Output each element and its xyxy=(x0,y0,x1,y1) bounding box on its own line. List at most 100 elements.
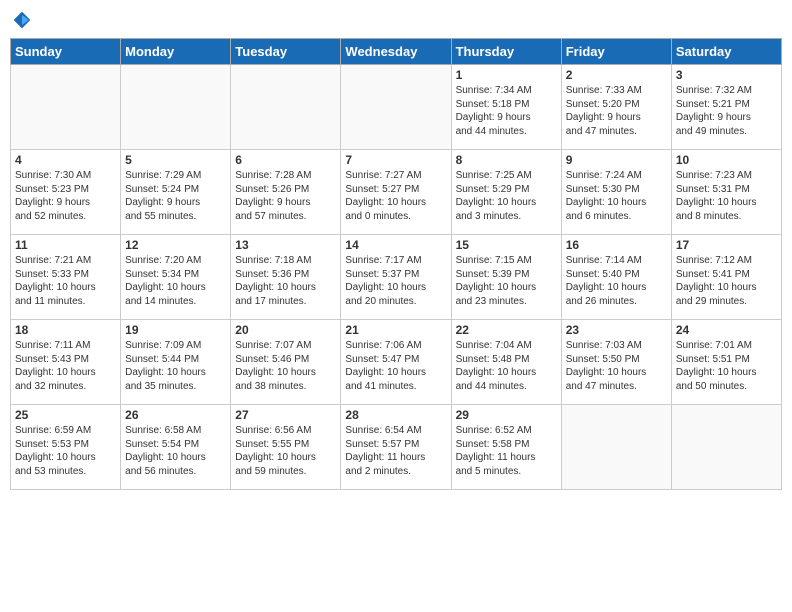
logo xyxy=(10,10,32,30)
day-number: 9 xyxy=(566,153,667,167)
calendar-day-cell: 4 Sunrise: 7:30 AM Sunset: 5:23 PM Daylig… xyxy=(11,150,121,235)
calendar-day-cell: 25 Sunrise: 6:59 AM Sunset: 5:53 PM Dayli… xyxy=(11,405,121,490)
day-number: 11 xyxy=(15,238,116,252)
day-number: 29 xyxy=(456,408,557,422)
day-info: Sunrise: 7:09 AM Sunset: 5:44 PM Dayligh… xyxy=(125,339,226,393)
calendar-table: SundayMondayTuesdayWednesdayThursdayFrid… xyxy=(10,38,782,490)
day-info: Sunrise: 7:29 AM Sunset: 5:24 PM Dayligh… xyxy=(125,169,226,223)
calendar-day-cell: 21 Sunrise: 7:06 AM Sunset: 5:47 PM Dayli… xyxy=(341,320,451,405)
day-info: Sunrise: 7:33 AM Sunset: 5:20 PM Dayligh… xyxy=(566,84,667,138)
day-number: 19 xyxy=(125,323,226,337)
page-header xyxy=(10,10,782,30)
day-number: 3 xyxy=(676,68,777,82)
calendar-day-cell xyxy=(231,65,341,150)
calendar-day-cell xyxy=(121,65,231,150)
calendar-day-cell: 9 Sunrise: 7:24 AM Sunset: 5:30 PM Daylig… xyxy=(561,150,671,235)
day-info: Sunrise: 7:11 AM Sunset: 5:43 PM Dayligh… xyxy=(15,339,116,393)
day-info: Sunrise: 7:27 AM Sunset: 5:27 PM Dayligh… xyxy=(345,169,446,223)
calendar-day-cell: 29 Sunrise: 6:52 AM Sunset: 5:58 PM Dayli… xyxy=(451,405,561,490)
day-info: Sunrise: 7:30 AM Sunset: 5:23 PM Dayligh… xyxy=(15,169,116,223)
weekday-header-wednesday: Wednesday xyxy=(341,39,451,65)
day-info: Sunrise: 7:25 AM Sunset: 5:29 PM Dayligh… xyxy=(456,169,557,223)
day-info: Sunrise: 7:21 AM Sunset: 5:33 PM Dayligh… xyxy=(15,254,116,308)
day-number: 23 xyxy=(566,323,667,337)
day-info: Sunrise: 7:07 AM Sunset: 5:46 PM Dayligh… xyxy=(235,339,336,393)
calendar-day-cell: 19 Sunrise: 7:09 AM Sunset: 5:44 PM Dayli… xyxy=(121,320,231,405)
day-number: 6 xyxy=(235,153,336,167)
day-info: Sunrise: 7:34 AM Sunset: 5:18 PM Dayligh… xyxy=(456,84,557,138)
day-number: 14 xyxy=(345,238,446,252)
calendar-day-cell: 17 Sunrise: 7:12 AM Sunset: 5:41 PM Dayli… xyxy=(671,235,781,320)
calendar-day-cell: 3Sunrise: 7:32 AM Sunset: 5:21 PM Daylig… xyxy=(671,65,781,150)
day-number: 7 xyxy=(345,153,446,167)
day-number: 12 xyxy=(125,238,226,252)
weekday-header-friday: Friday xyxy=(561,39,671,65)
calendar-week-row: 1Sunrise: 7:34 AM Sunset: 5:18 PM Daylig… xyxy=(11,65,782,150)
calendar-day-cell: 22 Sunrise: 7:04 AM Sunset: 5:48 PM Dayli… xyxy=(451,320,561,405)
calendar-day-cell: 16 Sunrise: 7:14 AM Sunset: 5:40 PM Dayli… xyxy=(561,235,671,320)
calendar-day-cell: 1Sunrise: 7:34 AM Sunset: 5:18 PM Daylig… xyxy=(451,65,561,150)
day-number: 13 xyxy=(235,238,336,252)
day-number: 21 xyxy=(345,323,446,337)
day-number: 28 xyxy=(345,408,446,422)
day-info: Sunrise: 7:12 AM Sunset: 5:41 PM Dayligh… xyxy=(676,254,777,308)
day-info: Sunrise: 7:04 AM Sunset: 5:48 PM Dayligh… xyxy=(456,339,557,393)
calendar-week-row: 11 Sunrise: 7:21 AM Sunset: 5:33 PM Dayli… xyxy=(11,235,782,320)
weekday-header-tuesday: Tuesday xyxy=(231,39,341,65)
day-info: Sunrise: 6:56 AM Sunset: 5:55 PM Dayligh… xyxy=(235,424,336,478)
day-number: 17 xyxy=(676,238,777,252)
day-number: 5 xyxy=(125,153,226,167)
calendar-day-cell: 10 Sunrise: 7:23 AM Sunset: 5:31 PM Dayli… xyxy=(671,150,781,235)
day-number: 8 xyxy=(456,153,557,167)
calendar-day-cell xyxy=(561,405,671,490)
calendar-day-cell xyxy=(11,65,121,150)
day-info: Sunrise: 7:18 AM Sunset: 5:36 PM Dayligh… xyxy=(235,254,336,308)
day-number: 10 xyxy=(676,153,777,167)
calendar-day-cell xyxy=(671,405,781,490)
day-number: 15 xyxy=(456,238,557,252)
day-info: Sunrise: 7:06 AM Sunset: 5:47 PM Dayligh… xyxy=(345,339,446,393)
day-info: Sunrise: 6:59 AM Sunset: 5:53 PM Dayligh… xyxy=(15,424,116,478)
calendar-day-cell: 8 Sunrise: 7:25 AM Sunset: 5:29 PM Daylig… xyxy=(451,150,561,235)
logo-icon xyxy=(12,10,32,30)
day-info: Sunrise: 7:24 AM Sunset: 5:30 PM Dayligh… xyxy=(566,169,667,223)
day-number: 4 xyxy=(15,153,116,167)
calendar-day-cell: 27 Sunrise: 6:56 AM Sunset: 5:55 PM Dayli… xyxy=(231,405,341,490)
calendar-week-row: 4 Sunrise: 7:30 AM Sunset: 5:23 PM Daylig… xyxy=(11,150,782,235)
calendar-day-cell: 7 Sunrise: 7:27 AM Sunset: 5:27 PM Daylig… xyxy=(341,150,451,235)
day-info: Sunrise: 7:03 AM Sunset: 5:50 PM Dayligh… xyxy=(566,339,667,393)
weekday-header-row: SundayMondayTuesdayWednesdayThursdayFrid… xyxy=(11,39,782,65)
weekday-header-thursday: Thursday xyxy=(451,39,561,65)
calendar-day-cell: 15Sunrise: 7:15 AM Sunset: 5:39 PM Dayli… xyxy=(451,235,561,320)
calendar-day-cell: 14 Sunrise: 7:17 AM Sunset: 5:37 PM Dayli… xyxy=(341,235,451,320)
calendar-day-cell xyxy=(341,65,451,150)
calendar-day-cell: 23 Sunrise: 7:03 AM Sunset: 5:50 PM Dayli… xyxy=(561,320,671,405)
weekday-header-saturday: Saturday xyxy=(671,39,781,65)
day-info: Sunrise: 7:20 AM Sunset: 5:34 PM Dayligh… xyxy=(125,254,226,308)
day-info: Sunrise: 6:54 AM Sunset: 5:57 PM Dayligh… xyxy=(345,424,446,478)
day-info: Sunrise: 6:58 AM Sunset: 5:54 PM Dayligh… xyxy=(125,424,226,478)
day-number: 2 xyxy=(566,68,667,82)
calendar-day-cell: 5 Sunrise: 7:29 AM Sunset: 5:24 PM Daylig… xyxy=(121,150,231,235)
day-number: 16 xyxy=(566,238,667,252)
day-info: Sunrise: 7:17 AM Sunset: 5:37 PM Dayligh… xyxy=(345,254,446,308)
day-number: 27 xyxy=(235,408,336,422)
calendar-day-cell: 18 Sunrise: 7:11 AM Sunset: 5:43 PM Dayli… xyxy=(11,320,121,405)
day-number: 20 xyxy=(235,323,336,337)
calendar-day-cell: 13 Sunrise: 7:18 AM Sunset: 5:36 PM Dayli… xyxy=(231,235,341,320)
calendar-day-cell: 6Sunrise: 7:28 AM Sunset: 5:26 PM Daylig… xyxy=(231,150,341,235)
day-info: Sunrise: 7:14 AM Sunset: 5:40 PM Dayligh… xyxy=(566,254,667,308)
calendar-day-cell: 24Sunrise: 7:01 AM Sunset: 5:51 PM Dayli… xyxy=(671,320,781,405)
day-info: Sunrise: 7:23 AM Sunset: 5:31 PM Dayligh… xyxy=(676,169,777,223)
day-number: 18 xyxy=(15,323,116,337)
calendar-day-cell: 2 Sunrise: 7:33 AM Sunset: 5:20 PM Daylig… xyxy=(561,65,671,150)
day-number: 25 xyxy=(15,408,116,422)
calendar-week-row: 18 Sunrise: 7:11 AM Sunset: 5:43 PM Dayli… xyxy=(11,320,782,405)
calendar-day-cell: 20 Sunrise: 7:07 AM Sunset: 5:46 PM Dayli… xyxy=(231,320,341,405)
calendar-day-cell: 26 Sunrise: 6:58 AM Sunset: 5:54 PM Dayli… xyxy=(121,405,231,490)
calendar-week-row: 25 Sunrise: 6:59 AM Sunset: 5:53 PM Dayli… xyxy=(11,405,782,490)
day-number: 22 xyxy=(456,323,557,337)
weekday-header-monday: Monday xyxy=(121,39,231,65)
day-info: Sunrise: 6:52 AM Sunset: 5:58 PM Dayligh… xyxy=(456,424,557,478)
day-number: 26 xyxy=(125,408,226,422)
